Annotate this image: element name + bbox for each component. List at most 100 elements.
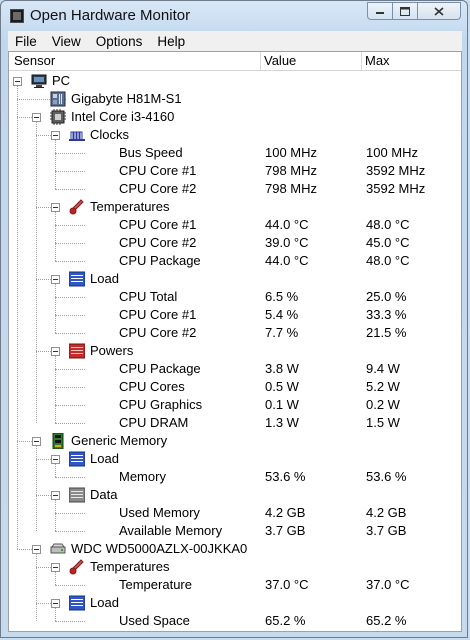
app-icon	[10, 9, 24, 23]
sensor-label: Used Memory	[119, 505, 200, 520]
minimize-button[interactable]	[367, 2, 393, 20]
title-bar[interactable]: Open Hardware Monitor	[1, 1, 467, 31]
sensor-row[interactable]: CPU Core #2 39.0 °C 45.0 °C	[9, 234, 461, 252]
clock-icon	[69, 127, 85, 143]
sensor-row[interactable]: CPU Core #2 798 MHz 3592 MHz	[9, 180, 461, 198]
maximize-button[interactable]	[392, 2, 418, 20]
sensor-max: 37.0 °C	[366, 577, 410, 592]
maximize-icon	[400, 6, 410, 16]
tree-node[interactable]: Load	[9, 450, 461, 468]
collapse-toggle[interactable]	[32, 113, 41, 122]
sensor-tree[interactable]: Sensor Value Max PC Gigabyte H81M-S1 Intel…	[8, 51, 462, 632]
load-icon	[68, 451, 86, 467]
column-sensor[interactable]: Sensor	[14, 53, 55, 70]
collapse-toggle[interactable]	[32, 437, 41, 446]
menu-help[interactable]: Help	[150, 34, 193, 49]
collapse-toggle[interactable]	[51, 455, 60, 464]
minimize-icon	[376, 12, 384, 14]
sensor-value: 6.5 %	[265, 289, 299, 304]
tree-node[interactable]: Data	[9, 486, 461, 504]
sensor-row[interactable]: CPU Core #2 7.7 % 21.5 %	[9, 324, 461, 342]
sensor-label: PC	[52, 73, 71, 88]
sensor-label: Used Space	[119, 613, 190, 628]
sensor-row[interactable]: Temperature 37.0 °C 37.0 °C	[9, 576, 461, 594]
sensor-value: 0.5 W	[265, 379, 299, 394]
sensor-value: 798 MHz	[265, 181, 318, 196]
menu-file[interactable]: File	[8, 34, 45, 49]
tree-node[interactable]: Load	[9, 270, 461, 288]
collapse-toggle[interactable]	[51, 275, 60, 284]
collapse-toggle[interactable]	[13, 77, 22, 86]
sensor-label: CPU Core #2	[119, 235, 197, 250]
sensor-max: 45.0 °C	[366, 235, 410, 250]
tree-node[interactable]: Temperatures	[9, 558, 461, 576]
collapse-toggle[interactable]	[51, 203, 60, 212]
collapse-toggle[interactable]	[51, 563, 60, 572]
tree-node[interactable]: WDC WD5000AZLX-00JKKA0	[9, 540, 461, 558]
sensor-row[interactable]: Used Memory 4.2 GB 4.2 GB	[9, 504, 461, 522]
collapse-toggle[interactable]	[51, 599, 60, 608]
sensor-label: CPU Graphics	[119, 397, 203, 412]
ram-icon	[50, 432, 66, 450]
collapse-toggle[interactable]	[51, 491, 60, 500]
tree-node[interactable]: Powers	[9, 342, 461, 360]
sensor-max: 1.5 W	[366, 415, 400, 430]
tree-node[interactable]: Load	[9, 594, 461, 612]
collapse-toggle[interactable]	[51, 131, 60, 140]
sensor-row[interactable]: Used Space 65.2 % 65.2 %	[9, 612, 461, 630]
tree-node[interactable]: Generic Memory	[9, 432, 461, 450]
sensor-label: CPU Cores	[119, 379, 185, 394]
cpu-icon	[50, 109, 66, 125]
menu-view[interactable]: View	[45, 34, 89, 49]
tree-node[interactable]: Intel Core i3-4160	[9, 108, 461, 126]
menu-options[interactable]: Options	[89, 34, 151, 49]
sensor-value: 798 MHz	[265, 163, 318, 178]
sensor-label: Intel Core i3-4160	[71, 109, 175, 124]
hard-drive-icon	[50, 541, 66, 557]
sensor-row[interactable]: CPU Cores 0.5 W 5.2 W	[9, 378, 461, 396]
sensor-row[interactable]: Bus Speed 100 MHz 100 MHz	[9, 144, 461, 162]
sensor-value: 7.7 %	[265, 325, 299, 340]
sensor-row[interactable]: CPU Package 3.8 W 9.4 W	[9, 360, 461, 378]
sensor-label: CPU Total	[119, 289, 178, 304]
sensor-value: 44.0 °C	[265, 217, 309, 232]
sensor-value: 37.0 °C	[265, 577, 309, 592]
sensor-row[interactable]: CPU Graphics 0.1 W 0.2 W	[9, 396, 461, 414]
sensor-value: 0.1 W	[265, 397, 299, 412]
sensor-row[interactable]: CPU Core #1 798 MHz 3592 MHz	[9, 162, 461, 180]
tree-node[interactable]: PC	[9, 72, 461, 90]
collapse-toggle[interactable]	[32, 545, 41, 554]
sensor-label: Load	[90, 451, 119, 466]
sensor-label: CPU Package	[119, 253, 201, 268]
sensor-value: 3.7 GB	[265, 523, 306, 538]
tree-node[interactable]: Gigabyte H81M-S1	[9, 90, 461, 108]
sensor-row[interactable]: CPU Core #1 5.4 % 33.3 %	[9, 306, 461, 324]
sensor-value: 53.6 %	[265, 469, 306, 484]
sensor-max: 0.2 W	[366, 397, 400, 412]
sensor-row[interactable]: CPU Total 6.5 % 25.0 %	[9, 288, 461, 306]
sensor-max: 25.0 %	[366, 289, 407, 304]
computer-icon	[31, 73, 47, 89]
sensor-row[interactable]: CPU DRAM 1.3 W 1.5 W	[9, 414, 461, 432]
sensor-label: Bus Speed	[119, 145, 183, 160]
close-button[interactable]	[417, 2, 461, 20]
sensor-max: 100 MHz	[366, 145, 419, 160]
sensor-value: 65.2 %	[265, 613, 306, 628]
sensor-label: Load	[90, 271, 119, 286]
sensor-row[interactable]: Memory 53.6 % 53.6 %	[9, 468, 461, 486]
sensor-value: 3.8 W	[265, 361, 299, 376]
load-icon	[68, 271, 86, 287]
collapse-toggle[interactable]	[51, 347, 60, 356]
column-max[interactable]: Max	[365, 53, 390, 70]
column-value[interactable]: Value	[264, 53, 296, 70]
sensor-max: 3592 MHz	[366, 181, 426, 196]
sensor-row[interactable]: CPU Package 44.0 °C 48.0 °C	[9, 252, 461, 270]
sensor-label: CPU Core #1	[119, 217, 197, 232]
sensor-row[interactable]: Available Memory 3.7 GB 3.7 GB	[9, 522, 461, 540]
load-icon	[68, 595, 86, 611]
sensor-label: Memory	[119, 469, 166, 484]
menu-bar: File View Options Help	[8, 31, 462, 51]
sensor-row[interactable]: CPU Core #1 44.0 °C 48.0 °C	[9, 216, 461, 234]
tree-node[interactable]: Temperatures	[9, 198, 461, 216]
tree-node[interactable]: Clocks	[9, 126, 461, 144]
